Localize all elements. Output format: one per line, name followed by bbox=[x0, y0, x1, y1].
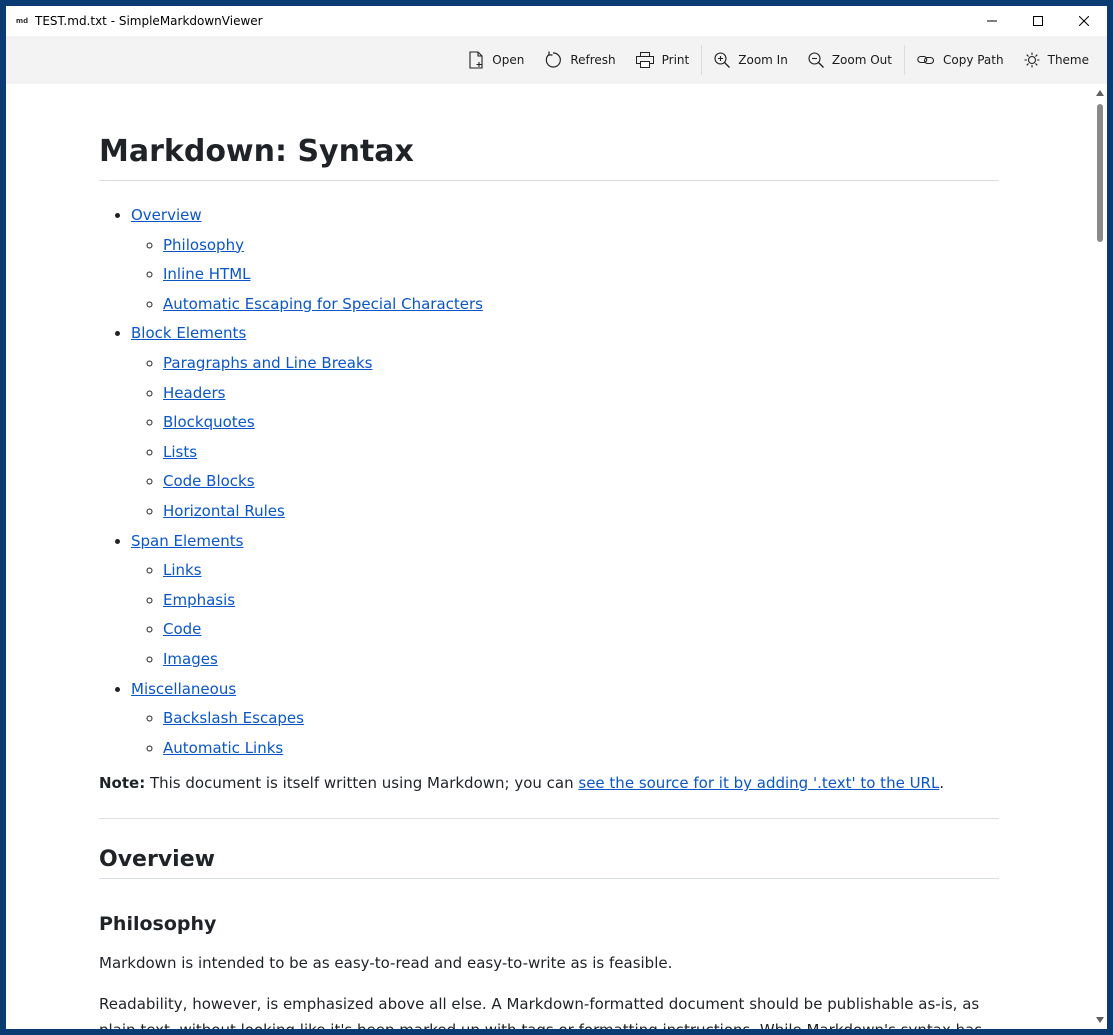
print-button[interactable]: Print bbox=[626, 42, 700, 78]
print-icon bbox=[635, 52, 654, 68]
toc-item: Block Elements Paragraphs and Line Break… bbox=[131, 319, 483, 526]
triangle-up-icon bbox=[1096, 90, 1104, 96]
open-label: Open bbox=[492, 53, 525, 67]
philosophy-heading: Philosophy bbox=[99, 913, 217, 935]
window-title: TEST.md.txt - SimpleMarkdownViewer bbox=[35, 14, 263, 28]
toc-subitem: Lists bbox=[163, 438, 483, 468]
toc-subitem: Headers bbox=[163, 379, 483, 409]
zoom-in-button[interactable]: Zoom In bbox=[704, 42, 798, 78]
horizontal-rule bbox=[99, 818, 999, 819]
sun-icon bbox=[1024, 52, 1040, 68]
toc-link-inline-html[interactable]: Inline HTML bbox=[163, 265, 251, 283]
toc-subitem: Philosophy bbox=[163, 231, 483, 261]
link-icon bbox=[917, 55, 935, 65]
note-label: Note: bbox=[99, 774, 146, 792]
paragraph: Readability, however, is emphasized abov… bbox=[99, 995, 982, 1029]
refresh-icon bbox=[546, 51, 562, 68]
toc-item: Overview Philosophy Inline HTML Automati… bbox=[131, 201, 483, 319]
toc-link-headers[interactable]: Headers bbox=[163, 384, 225, 402]
toc-subitem: Code Blocks bbox=[163, 467, 483, 497]
toolbar: Open Refresh Print Zoom In Zoom Out Copy… bbox=[6, 36, 1107, 84]
markdown-view[interactable]: Markdown: Syntax Overview Philosophy Inl… bbox=[6, 84, 1093, 1029]
toc-subitem: Horizontal Rules bbox=[163, 497, 483, 527]
window-controls bbox=[969, 6, 1107, 36]
toc-subitem: Images bbox=[163, 645, 483, 675]
toc-link-automatic-links[interactable]: Automatic Links bbox=[163, 739, 283, 757]
toc-link-automatic-escaping[interactable]: Automatic Escaping for Special Character… bbox=[163, 295, 483, 313]
toc-link-blockquotes[interactable]: Blockquotes bbox=[163, 413, 255, 431]
zoom-in-icon bbox=[714, 52, 731, 68]
toc-link-philosophy[interactable]: Philosophy bbox=[163, 236, 244, 254]
maximize-button[interactable] bbox=[1015, 6, 1061, 36]
zoom-out-label: Zoom Out bbox=[831, 53, 892, 67]
toc-link-span-elements[interactable]: Span Elements bbox=[131, 532, 243, 550]
zoom-out-icon bbox=[808, 52, 824, 68]
scroll-up-arrow[interactable] bbox=[1095, 88, 1105, 98]
toolbar-separator bbox=[903, 45, 905, 75]
zoom-out-button[interactable]: Zoom Out bbox=[798, 42, 902, 78]
copy-path-label: Copy Path bbox=[942, 53, 1004, 67]
title-bar[interactable]: md TEST.md.txt - SimpleMarkdownViewer bbox=[6, 6, 1107, 36]
close-icon bbox=[1079, 16, 1089, 26]
print-label: Print bbox=[661, 53, 690, 67]
table-of-contents: Overview Philosophy Inline HTML Automati… bbox=[131, 201, 483, 763]
document-title: Markdown: Syntax bbox=[99, 134, 999, 181]
zoom-in-label: Zoom In bbox=[738, 53, 788, 67]
toc-link-images[interactable]: Images bbox=[163, 650, 218, 668]
refresh-button[interactable]: Refresh bbox=[534, 42, 625, 78]
overview-heading: Overview bbox=[99, 847, 999, 879]
vertical-scrollbar[interactable] bbox=[1093, 84, 1107, 1029]
scroll-down-arrow[interactable] bbox=[1095, 1015, 1105, 1025]
open-button[interactable]: Open bbox=[458, 42, 534, 78]
toc-link-paragraphs[interactable]: Paragraphs and Line Breaks bbox=[163, 354, 372, 372]
scrollbar-thumb[interactable] bbox=[1097, 104, 1103, 242]
toc-subitem: Blockquotes bbox=[163, 408, 483, 438]
toc-link-horizontal-rules[interactable]: Horizontal Rules bbox=[163, 502, 285, 520]
toc-subitem: Links bbox=[163, 556, 483, 586]
toc-link-emphasis[interactable]: Emphasis bbox=[163, 591, 235, 609]
toc-subitem: Paragraphs and Line Breaks bbox=[163, 349, 483, 379]
toc-subitem: Backslash Escapes bbox=[163, 704, 483, 734]
toc-link-block-elements[interactable]: Block Elements bbox=[131, 324, 246, 342]
toc-subitem: Code bbox=[163, 615, 483, 645]
toc-subitem: Emphasis bbox=[163, 586, 483, 616]
copy-path-button[interactable]: Copy Path bbox=[907, 42, 1014, 78]
toolbar-separator bbox=[701, 45, 703, 75]
note-paragraph: Note: This document is itself written us… bbox=[99, 772, 999, 794]
refresh-label: Refresh bbox=[570, 53, 616, 67]
toc-item: Span Elements Links Emphasis Code Images bbox=[131, 527, 483, 675]
note-text: This document is itself written using Ma… bbox=[145, 774, 579, 792]
toc-subitem: Automatic Links bbox=[163, 734, 483, 764]
toc-link-links[interactable]: Links bbox=[163, 561, 202, 579]
theme-button[interactable]: Theme bbox=[1014, 42, 1099, 78]
note-end: . bbox=[939, 774, 945, 792]
app-window: md TEST.md.txt - SimpleMarkdownViewer Op… bbox=[6, 6, 1107, 1029]
toc-link-backslash-escapes[interactable]: Backslash Escapes bbox=[163, 709, 304, 727]
toc-subitem: Automatic Escaping for Special Character… bbox=[163, 290, 483, 320]
close-button[interactable] bbox=[1061, 6, 1107, 36]
toc-link-code[interactable]: Code bbox=[163, 620, 201, 638]
source-link[interactable]: see the source for it by adding '.text' … bbox=[578, 774, 939, 792]
triangle-down-icon bbox=[1096, 1017, 1104, 1023]
theme-label: Theme bbox=[1047, 53, 1089, 67]
toc-link-miscellaneous[interactable]: Miscellaneous bbox=[131, 680, 236, 698]
toc-link-lists[interactable]: Lists bbox=[163, 443, 197, 461]
toc-subitem: Inline HTML bbox=[163, 260, 483, 290]
minimize-button[interactable] bbox=[969, 6, 1015, 36]
app-icon: md bbox=[15, 17, 29, 25]
open-file-icon bbox=[469, 51, 483, 69]
toc-link-code-blocks[interactable]: Code Blocks bbox=[163, 472, 255, 490]
toc-link-overview[interactable]: Overview bbox=[131, 206, 202, 224]
paragraph: Markdown is intended to be as easy-to-re… bbox=[99, 954, 673, 972]
toc-item: Miscellaneous Backslash Escapes Automati… bbox=[131, 675, 483, 764]
minimize-icon bbox=[987, 20, 997, 22]
maximize-icon bbox=[1033, 16, 1043, 26]
